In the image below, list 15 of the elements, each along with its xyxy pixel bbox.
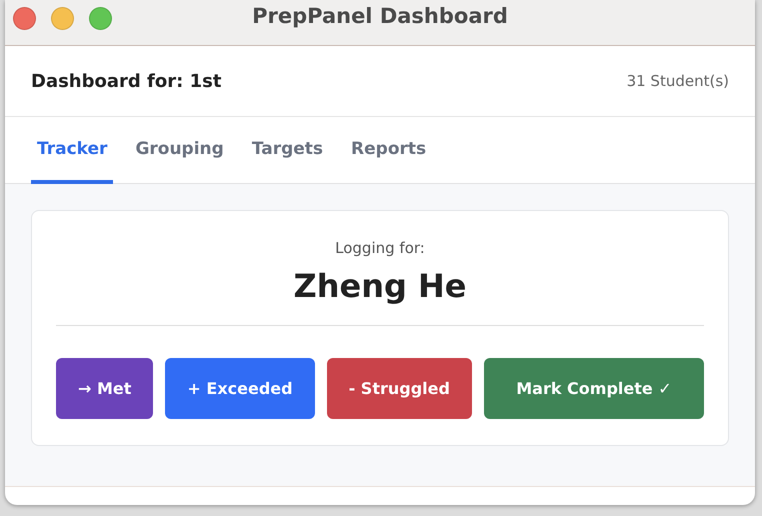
student-name: Zheng He xyxy=(294,267,466,305)
dashboard-title: Dashboard for: 1st xyxy=(31,70,222,92)
tab[interactable]: Targets xyxy=(246,117,330,184)
status-button[interactable]: - Struggled xyxy=(326,358,472,419)
tab[interactable]: Reports xyxy=(345,117,432,184)
zoom-button[interactable] xyxy=(89,7,112,30)
minimize-button[interactable] xyxy=(51,7,74,30)
student-count: 31 Student(s) xyxy=(626,72,729,90)
status-button[interactable]: + Exceeded xyxy=(165,358,315,419)
status-button[interactable]: → Met xyxy=(56,358,154,419)
logging-caption: Logging for: xyxy=(335,239,425,257)
status-button[interactable]: Mark Complete ✓ xyxy=(484,358,704,419)
tab[interactable]: Grouping xyxy=(129,117,230,184)
window-title: PrepPanel Dashboard xyxy=(252,4,508,28)
close-button[interactable] xyxy=(13,7,36,30)
